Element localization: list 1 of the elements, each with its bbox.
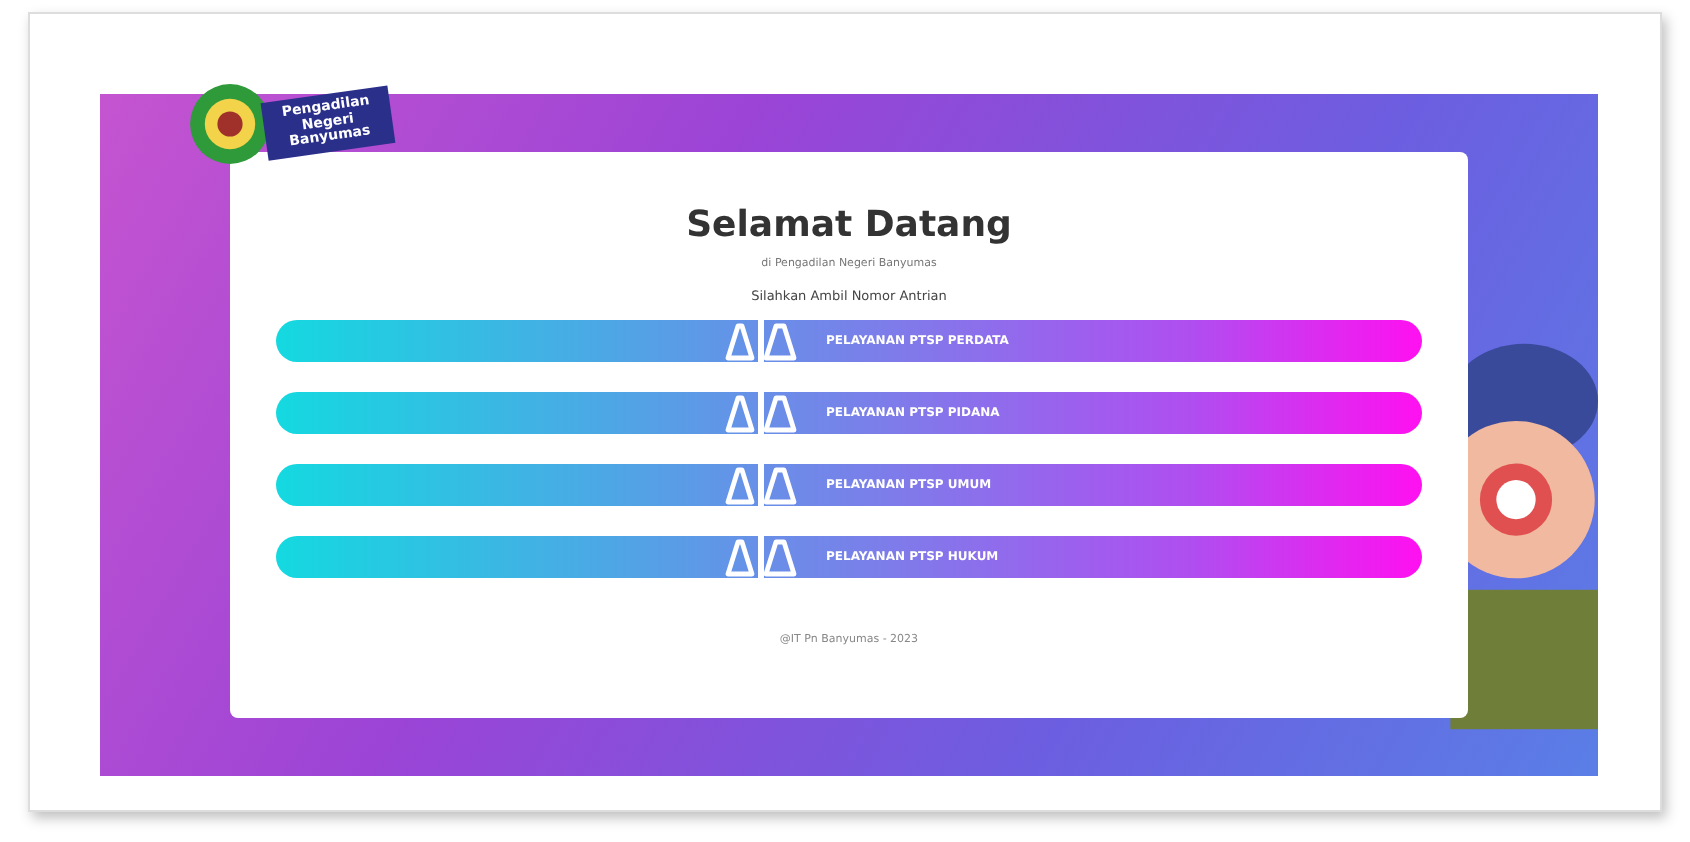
welcome-title: Selamat Datang	[686, 204, 1012, 246]
